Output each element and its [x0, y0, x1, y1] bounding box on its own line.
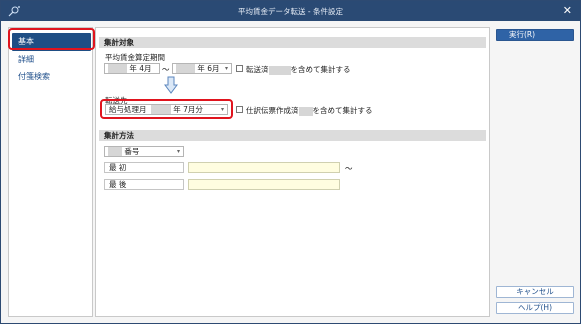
period-label: 平均賃金算定期間 — [105, 53, 165, 62]
title-bar: 平均賃金データ転送 - 条件設定 ✕ — [1, 1, 580, 21]
range-tilde: 〜 — [345, 164, 353, 173]
destination-value: 年 7月分 — [173, 105, 203, 114]
first-input[interactable] — [188, 162, 340, 173]
sidebar: 基本 詳細 付箋検索 — [8, 27, 93, 317]
slip-created-checkbox[interactable] — [236, 106, 243, 113]
last-label-box: 最 後 — [104, 179, 184, 190]
transferred-checkbox[interactable] — [236, 65, 243, 72]
period-from-value: 年 4月 — [129, 64, 152, 73]
destination-prefix: 給与処理月 — [109, 105, 147, 114]
main-panel: 集計対象 平均賃金算定期間 年 4月 〜 年 6月 ▾ 転送済 を含めて集計する … — [95, 27, 490, 317]
slip-created-label: 仕訳伝票作成済 を含めて集計する — [246, 106, 373, 116]
transferred-label: 転送済 を含めて集計する — [246, 65, 351, 75]
chevron-down-icon: ▾ — [176, 148, 180, 155]
period-tilde: 〜 — [162, 65, 170, 74]
period-to-select[interactable]: 年 6月 ▾ — [172, 63, 232, 74]
section-title-target: 集計対象 — [99, 37, 486, 48]
last-input[interactable] — [188, 179, 340, 190]
period-to-value: 年 6月 — [197, 64, 220, 73]
period-from-select[interactable]: 年 4月 — [104, 63, 160, 74]
cancel-button[interactable]: キャンセル — [496, 286, 574, 298]
sidebar-item-detail[interactable]: 詳細 — [12, 51, 91, 69]
sidebar-item-tag-search[interactable]: 付箋検索 — [12, 68, 91, 86]
destination-select[interactable]: 給与処理月 年 7月分 ▾ — [105, 104, 228, 115]
chevron-down-icon: ▾ — [224, 65, 228, 72]
close-icon[interactable]: ✕ — [563, 4, 572, 18]
method-value: 番号 — [124, 147, 140, 156]
method-select[interactable]: 番号 ▾ — [104, 146, 184, 157]
execute-button[interactable]: 実行(R) — [496, 29, 574, 41]
section-title-method: 集計方法 — [99, 130, 486, 141]
dialog-window: 平均賃金データ転送 - 条件設定 ✕ 基本 詳細 付箋検索 集計対象 平均賃金算… — [0, 0, 581, 324]
first-label-box: 最 初 — [104, 162, 184, 173]
chevron-down-icon: ▾ — [220, 106, 224, 113]
window-title: 平均賃金データ転送 - 条件設定 — [238, 7, 343, 16]
sidebar-item-basic[interactable]: 基本 — [12, 33, 91, 51]
arrow-down-icon — [164, 76, 178, 96]
execute-label: 実行(R) — [509, 30, 536, 39]
help-button[interactable]: ヘルプ(H) — [496, 302, 574, 314]
